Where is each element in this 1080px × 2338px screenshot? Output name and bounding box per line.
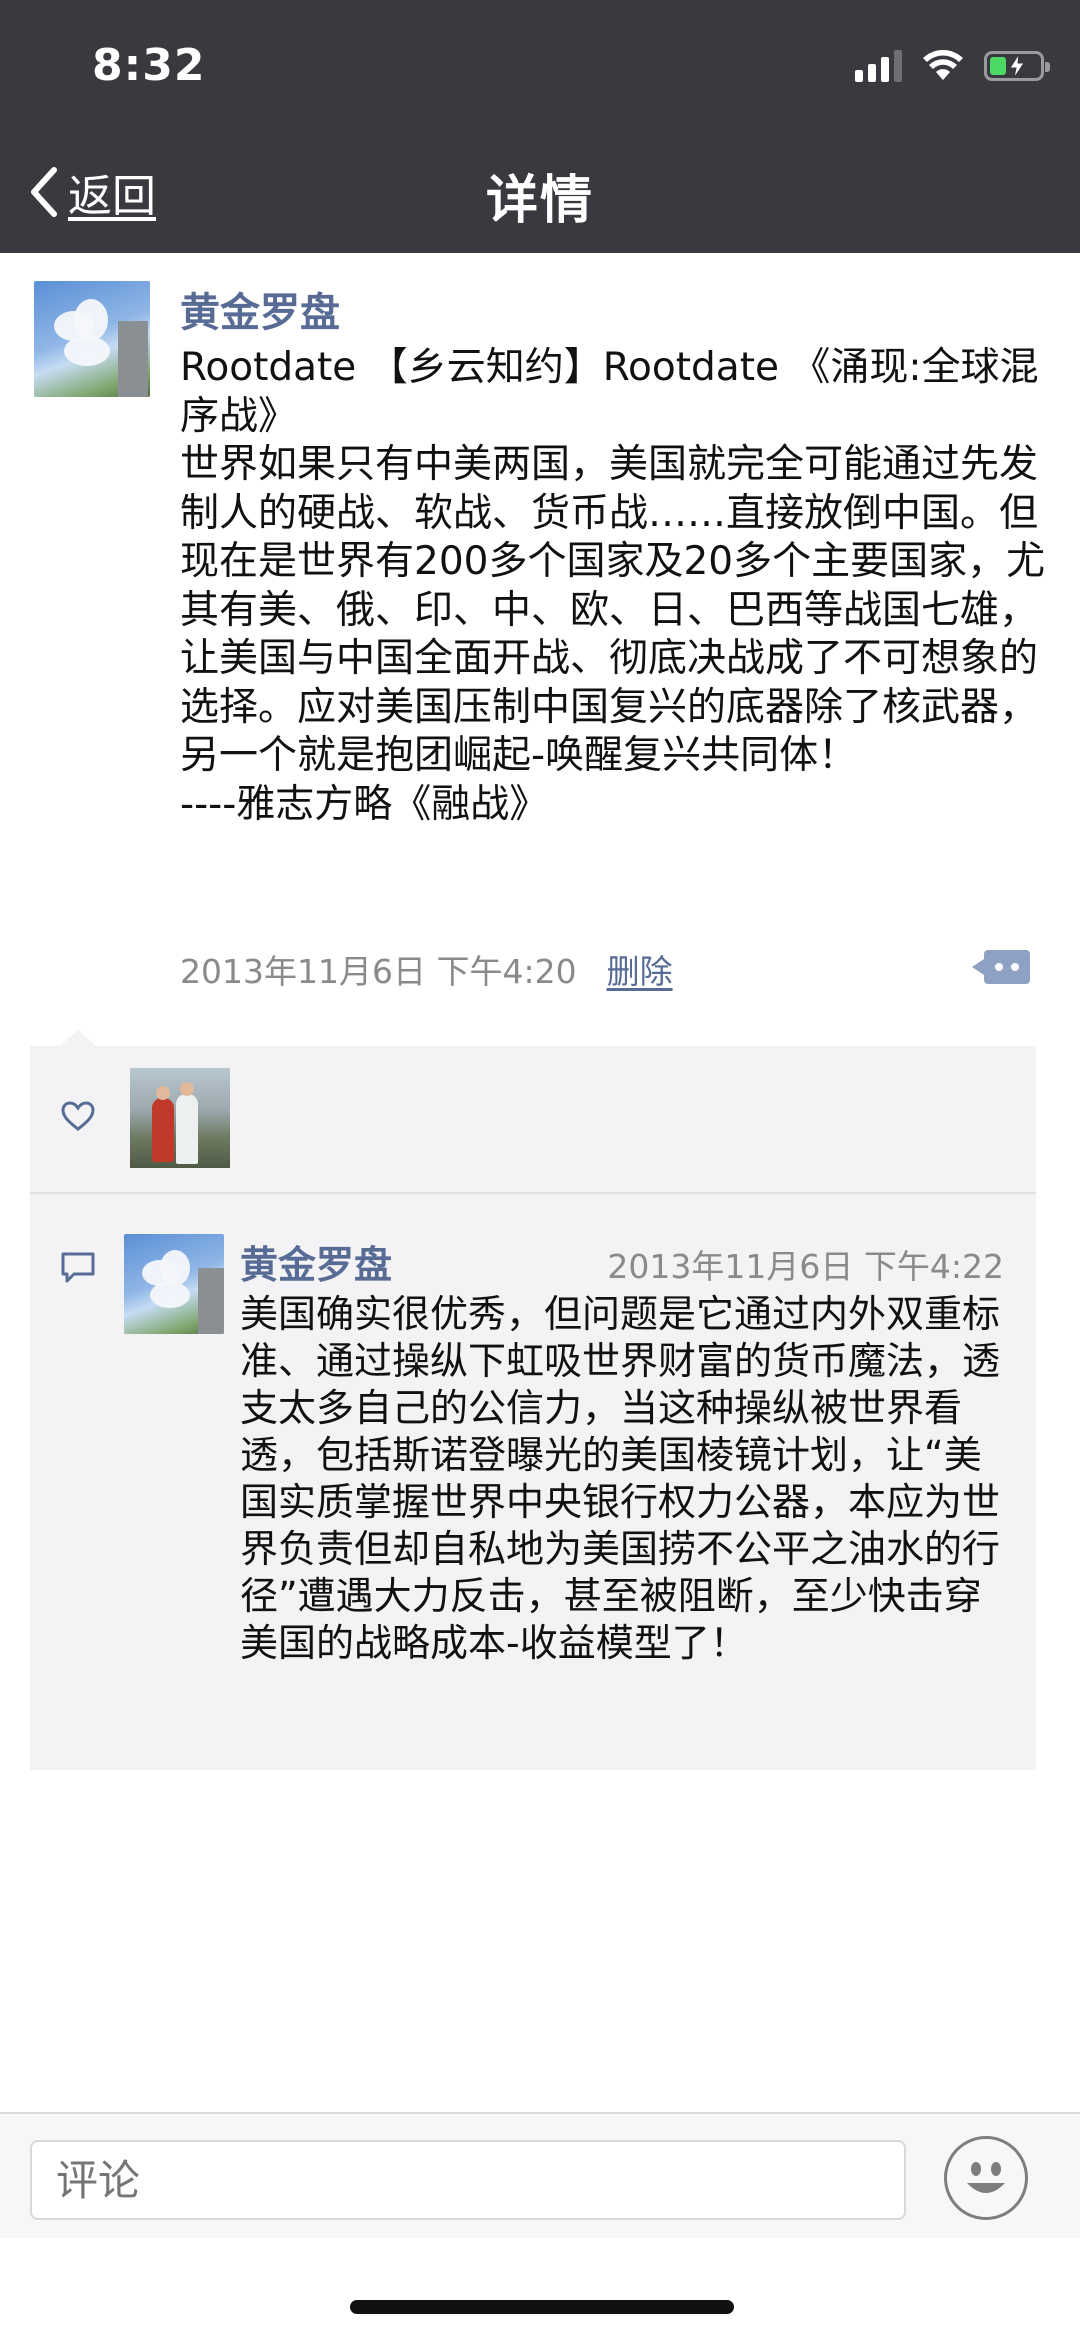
comment-author-avatar[interactable] <box>124 1234 224 1334</box>
comment-icon <box>61 1252 95 1283</box>
comment-timestamp: 2013年11月6日 下午4:22 <box>607 1247 1004 1286</box>
home-indicator[interactable] <box>350 2300 734 2314</box>
smiley-icon <box>967 2162 1005 2193</box>
liker-avatar[interactable] <box>130 1068 230 1168</box>
delete-link[interactable]: 删除 <box>607 945 673 993</box>
comment-input-bar <box>0 2112 1080 2238</box>
post-meta: 2013年11月6日 下午4:20 删除 <box>180 945 673 993</box>
cellular-signal-icon <box>855 50 902 82</box>
more-actions-button[interactable] <box>972 950 1030 984</box>
status-time: 8:32 <box>92 40 206 91</box>
safe-area <box>0 2238 1080 2338</box>
comment-text: 美国确实很优秀，但问题是它通过内外双重标准、通过操纵下虹吸世界财富的货币魔法，透… <box>240 1292 1001 1665</box>
comment-author-name[interactable]: 黄金罗盘 <box>240 1234 392 1289</box>
emoji-button[interactable] <box>944 2136 1028 2220</box>
post-author-name[interactable]: 黄金罗盘 <box>180 280 340 338</box>
nav-header: 8:32 返回 详情 <box>0 0 1080 253</box>
panel-divider <box>30 1192 1036 1194</box>
comment-input[interactable] <box>30 2140 906 2220</box>
post-text: Rootdate 【乡云知约】Rootdate 《涌现:全球混序战》 世界如果只… <box>180 345 1046 827</box>
post-timestamp: 2013年11月6日 下午4:20 <box>180 952 577 991</box>
page-title: 详情 <box>485 171 594 231</box>
heart-icon <box>61 1101 95 1131</box>
post-author-avatar[interactable] <box>34 281 150 397</box>
status-icons <box>855 46 1050 86</box>
battery-icon <box>984 51 1050 81</box>
wifi-icon <box>923 50 963 80</box>
panel-pointer <box>60 1030 96 1046</box>
